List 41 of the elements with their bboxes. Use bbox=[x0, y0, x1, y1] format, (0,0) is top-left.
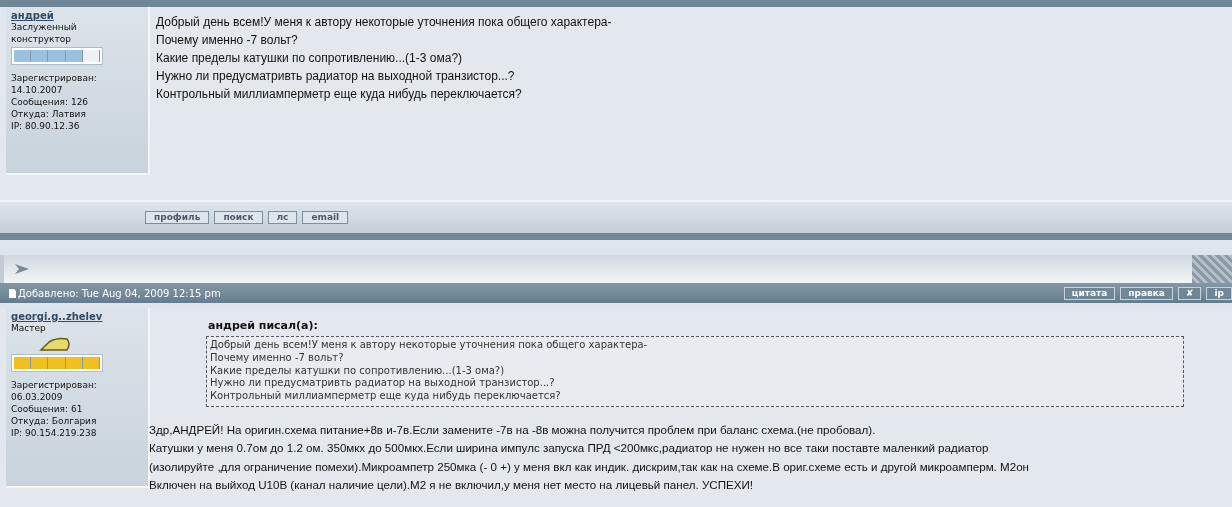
profile-button[interactable]: поиск bbox=[214, 211, 263, 224]
profile-info: Зарегистрирован: bbox=[11, 72, 98, 84]
profile-info: Откуда: Латвия bbox=[11, 108, 87, 120]
message-text: Добрый день всем!У меня к автору некоторые уточнения пока общего характера- bbox=[156, 14, 612, 31]
action-button[interactable]: ✘ bbox=[1177, 286, 1202, 300]
profile-info: Сообщения: 126 bbox=[11, 96, 90, 108]
quote-text: Добрый день всем!У меня к автору некоторые уточнения пока общего характера- bbox=[210, 339, 649, 352]
message-text: (изолируйте ,для ограничение помехи).Микроампетр 250мка (- 0 +) у меня вкл как индик. дискрим,так как на схеме.В ориг.схеме есть и другой микроамперм. М2он bbox=[149, 459, 1031, 475]
message-text: Контрольный миллиамперметр еще куда нибудь переключается? bbox=[156, 86, 523, 103]
arrow-icon bbox=[15, 264, 29, 274]
quote-text: Контрольный миллиамперметр еще куда нибудь переключается? bbox=[210, 390, 562, 403]
profile-button[interactable]: email bbox=[302, 211, 349, 224]
profile-info: Зарегистрирован: bbox=[11, 379, 98, 391]
post-date: Добавлено: Tue Aug 04, 2009 12:15 pm bbox=[18, 287, 221, 299]
profile-info: IP: 90.154.219.238 bbox=[11, 427, 98, 439]
action-button[interactable]: правка bbox=[1120, 286, 1173, 300]
action-button[interactable]: ip bbox=[1206, 286, 1232, 300]
stripes-drawing bbox=[1192, 255, 1232, 283]
message-text: Здр,АНДРЕЙ! На оригин.схема питание+8в и-7в.Если замените -7в на -8в можна получится проблем при баланс схема.(не пробовал). bbox=[149, 422, 877, 438]
message-text: Почему именно -7 вольт? bbox=[156, 32, 299, 49]
message-text: Какие пределы катушки по сопротивлению...(1-3 ома?) bbox=[156, 50, 464, 67]
quote-title: андрей писал(а): bbox=[208, 319, 319, 332]
action-button[interactable]: цитата bbox=[1063, 286, 1116, 300]
rank-title: Заслуженный конструктор bbox=[11, 21, 78, 45]
profile-info: Сообщения: 61 bbox=[11, 403, 84, 415]
message-text: Нужно ли предусматривть радиатор на выходной транзистор...? bbox=[156, 68, 516, 85]
quote-text: Почему именно -7 вольт? bbox=[210, 351, 345, 365]
message-text: Катушки у меня 0.7ом до 1.2 ом. 350мкх до 500мкх.Если ширина импулс запуска ПРД <200мкс,радиатор не нужен но все таки поставте маленкий радиатор bbox=[149, 440, 990, 457]
author-link[interactable]: андрей bbox=[11, 10, 148, 21]
document-icon bbox=[9, 288, 16, 298]
author-link[interactable]: georgi.g..zhelev bbox=[11, 311, 148, 322]
quote-text: Нужно ли предусматривть радиатор на выходной транзистор...? bbox=[210, 377, 556, 391]
profile-info: IP: 80.90.12.36 bbox=[11, 120, 81, 132]
profile-info: Откуда: Болгария bbox=[11, 415, 98, 427]
profile-button[interactable]: лс bbox=[267, 211, 298, 224]
profile-button[interactable]: профиль bbox=[145, 211, 210, 224]
profile-info: 06.03.2009 bbox=[11, 391, 64, 403]
quote-text: Какие пределы катушки по сопротивлению...(1-3 ома?) bbox=[210, 364, 506, 378]
rank-title: Мастер bbox=[11, 322, 47, 334]
message-text: Включен на выйход U10В (канал наличие цели).М2 я не включил,у меня нет место на лицевьй панел. УСПЕХИ! bbox=[149, 477, 755, 494]
profile-info: 14.10.2007 bbox=[11, 84, 64, 96]
